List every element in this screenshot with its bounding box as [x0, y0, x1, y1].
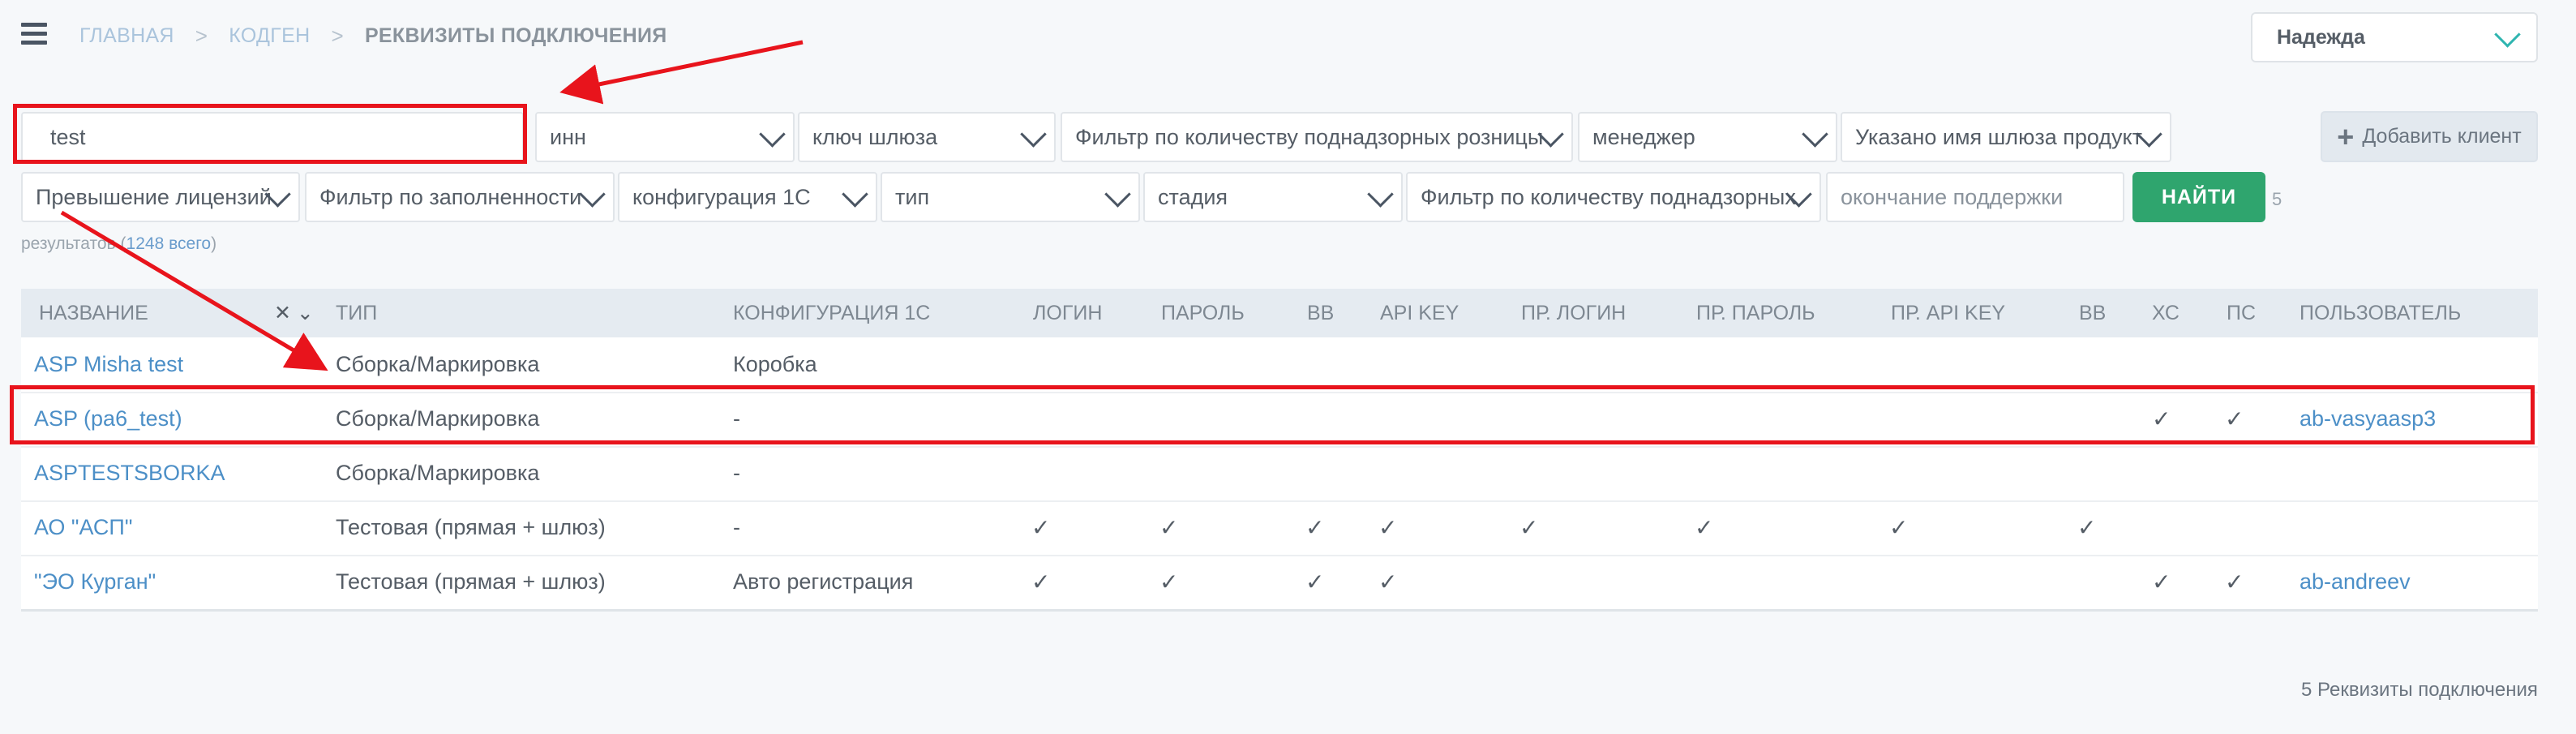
annotation-arrow	[60, 210, 328, 371]
annotation-arrow	[559, 40, 804, 105]
annotation-arrows	[60, 40, 804, 371]
